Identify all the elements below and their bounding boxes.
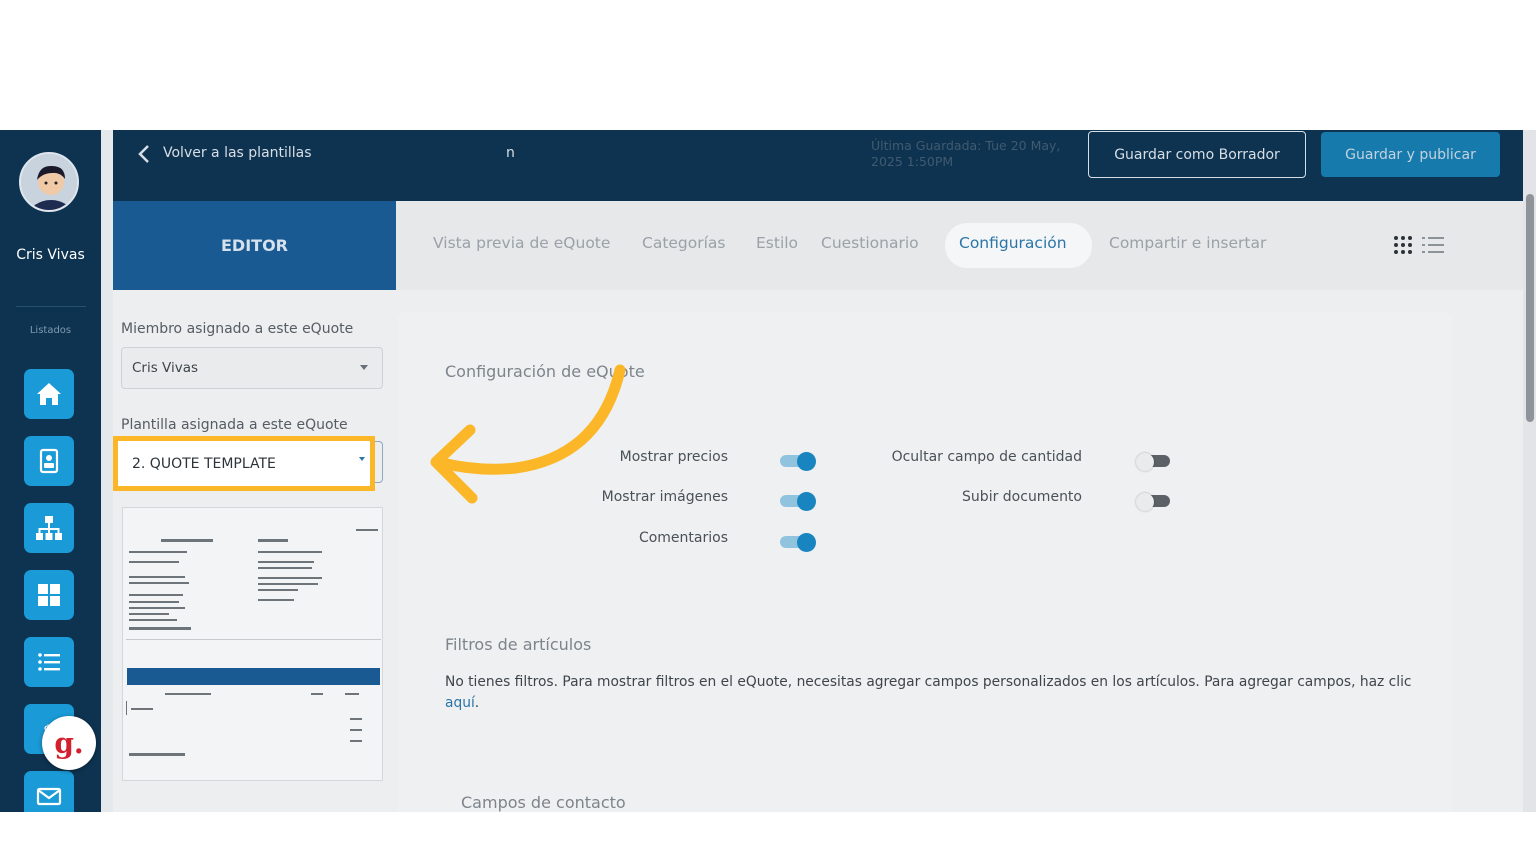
tab-categories[interactable]: Categorías — [642, 234, 726, 252]
hide-quantity-label: Ocultar campo de cantidad — [891, 449, 1082, 465]
mail-icon — [36, 787, 62, 806]
comments-label: Comentarios — [638, 530, 728, 546]
chevron-left-icon[interactable] — [135, 144, 155, 164]
tab-share-embed[interactable]: Compartir e insertar — [1109, 234, 1266, 252]
item-filters-text: No tienes filtros. Para mostrar filtros … — [445, 674, 1412, 690]
last-saved-info: Última Guardada: Tue 20 May, 2025 1:50PM — [871, 138, 1061, 169]
home-icon — [37, 383, 61, 405]
contact-card-icon — [39, 448, 59, 474]
show-prices-toggle[interactable] — [780, 452, 816, 471]
sidebar-section-label: Listados — [29, 325, 72, 336]
sidebar-item-mail[interactable] — [24, 771, 74, 812]
save-publish-button[interactable]: Guardar y publicar — [1321, 132, 1500, 177]
tab-bar: EDITOR Vista previa de eQuote Categorías… — [113, 201, 1523, 290]
template-select-value: 2. QUOTE TEMPLATE — [132, 456, 276, 472]
save-draft-button[interactable]: Guardar como Borrador — [1088, 131, 1306, 178]
item-filters-title: Filtros de artículos — [445, 635, 592, 654]
sidebar-item-home[interactable] — [24, 369, 74, 419]
tab-style[interactable]: Estilo — [756, 234, 798, 252]
template-thumbnail[interactable] — [122, 507, 383, 781]
item-filters-end: . — [474, 695, 480, 711]
tab-settings[interactable]: Configuración — [959, 234, 1067, 252]
back-to-templates-link[interactable]: Volver a las plantillas — [163, 145, 312, 161]
grid-icon — [38, 584, 60, 606]
item-filters-message: No tienes filtros. Para mostrar filtros … — [445, 672, 1420, 714]
contact-fields-title: Campos de contacto — [461, 793, 626, 812]
template-label: Plantilla asignada a este eQuote — [121, 417, 348, 433]
page-scrollbar[interactable] — [1523, 130, 1536, 812]
annotation-arrow-icon — [430, 364, 626, 504]
org-chart-icon — [36, 516, 62, 540]
sidebar-item-list[interactable] — [24, 637, 74, 687]
app-frame: Cris Vivas Listados $ g. Volver a las pl… — [0, 130, 1536, 812]
user-avatar-icon — [21, 154, 77, 210]
add-fields-link[interactable]: aquí — [445, 695, 475, 711]
tab-questionnaire[interactable]: Cuestionario — [821, 234, 919, 252]
member-label: Miembro asignado a este eQuote — [121, 321, 354, 337]
template-preview-image — [123, 508, 382, 780]
template-select-edge — [374, 441, 383, 483]
top-bar: Volver a las plantillas n Última Guardad… — [113, 130, 1523, 201]
sidebar-gap — [101, 130, 113, 812]
member-select[interactable]: Cris Vivas — [121, 347, 383, 389]
avatar[interactable] — [19, 152, 79, 212]
member-select-value: Cris Vivas — [132, 360, 199, 376]
show-images-toggle[interactable] — [780, 492, 816, 511]
tab-editor[interactable]: EDITOR — [113, 201, 396, 290]
help-widget-badge[interactable]: g. — [42, 716, 96, 770]
list-icon — [38, 653, 60, 671]
document-title[interactable]: n — [506, 145, 515, 161]
sidebar-item-contacts[interactable] — [24, 436, 74, 486]
grid-view-icon[interactable] — [1392, 234, 1414, 256]
chevron-down-icon — [359, 457, 365, 461]
tab-preview[interactable]: Vista previa de eQuote — [433, 234, 610, 252]
sidebar-item-structure[interactable] — [24, 503, 74, 553]
upload-document-toggle[interactable] — [1136, 492, 1172, 511]
hide-quantity-toggle[interactable] — [1136, 452, 1172, 471]
upload-document-label: Subir documento — [962, 489, 1082, 505]
sidebar-divider — [16, 306, 86, 307]
user-name: Cris Vivas — [16, 247, 85, 263]
left-sidebar: Cris Vivas Listados $ g. — [0, 130, 101, 812]
sidebar-item-dashboard[interactable] — [24, 570, 74, 620]
scrollbar-thumb[interactable] — [1526, 194, 1534, 422]
comments-toggle[interactable] — [780, 533, 816, 552]
list-view-icon[interactable] — [1421, 234, 1445, 256]
chevron-down-icon — [360, 365, 368, 370]
template-select[interactable]: 2. QUOTE TEMPLATE — [113, 436, 375, 491]
